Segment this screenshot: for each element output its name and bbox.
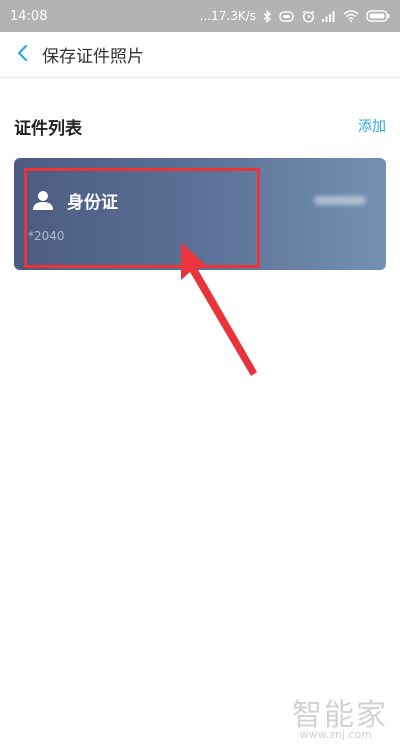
page-title: 保存证件照片 [42, 47, 144, 67]
wifi-icon [343, 10, 359, 22]
status-icons: ...17.3K/s [200, 9, 390, 23]
bluetooth-icon [263, 9, 272, 23]
signal-icon [322, 10, 336, 22]
battery-icon [366, 10, 390, 22]
status-time: 14:08 [10, 8, 48, 24]
battery-saver-icon [279, 10, 295, 22]
section-header: 证件列表 添加 [0, 108, 400, 144]
watermark-url: www.znj.com [299, 728, 372, 741]
section-title: 证件列表 [14, 118, 82, 139]
add-button[interactable]: 添加 [358, 116, 386, 136]
network-speed: ...17.3K/s [199, 9, 256, 23]
chevron-left-icon [16, 44, 28, 66]
alarm-icon [302, 10, 315, 23]
blurred-info [314, 196, 366, 205]
nav-bar: 保存证件照片 [0, 32, 400, 78]
status-bar: 14:08 ...17.3K/s [0, 0, 400, 32]
back-button[interactable] [4, 32, 40, 78]
annotation-arrow [181, 242, 257, 376]
